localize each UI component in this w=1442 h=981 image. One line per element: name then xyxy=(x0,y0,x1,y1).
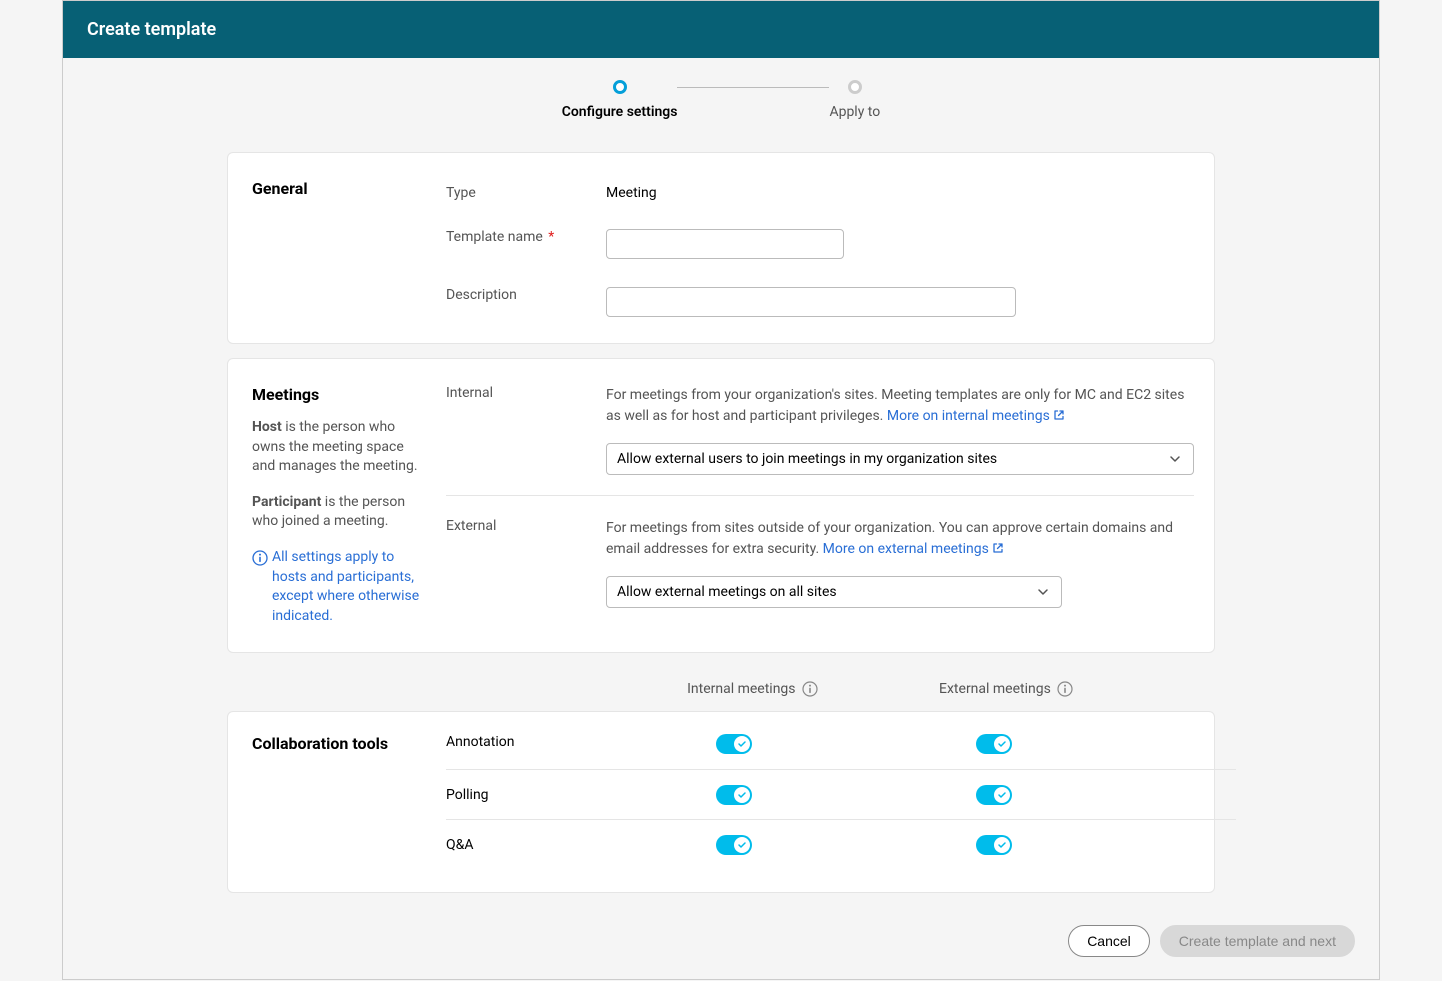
external-select[interactable]: Allow external meetings on all sites xyxy=(606,576,1062,608)
external-link-icon xyxy=(992,542,1004,554)
template-name-label: Template name * xyxy=(446,223,606,245)
external-meetings-column-header: External meetings xyxy=(939,681,1191,697)
external-link-icon xyxy=(1053,409,1065,421)
info-icon[interactable] xyxy=(802,681,818,697)
general-heading: General xyxy=(252,179,422,198)
cancel-button[interactable]: Cancel xyxy=(1068,925,1150,957)
general-card: General Type Meeting Template name * Des… xyxy=(227,152,1215,344)
info-icon[interactable] xyxy=(1057,681,1073,697)
host-description: Host is the person who owns the meeting … xyxy=(252,418,422,477)
internal-description: For meetings from your organization's si… xyxy=(606,385,1194,427)
qa-label: Q&A xyxy=(446,837,648,853)
step-configure-label: Configure settings xyxy=(562,104,678,120)
footer: Cancel Create template and next xyxy=(63,907,1379,979)
stepper-line xyxy=(677,87,829,88)
settings-note: All settings apply to hosts and particip… xyxy=(252,548,422,626)
page-title: Create template xyxy=(63,1,1379,58)
meetings-card: Meetings Host is the person who owns the… xyxy=(227,358,1215,653)
description-label: Description xyxy=(446,281,606,303)
type-value: Meeting xyxy=(606,179,1190,201)
chevron-down-icon xyxy=(1037,586,1049,598)
polling-external-toggle[interactable] xyxy=(976,785,1012,805)
qa-internal-toggle[interactable] xyxy=(716,835,752,855)
polling-internal-toggle[interactable] xyxy=(716,785,752,805)
info-icon xyxy=(252,550,268,566)
more-internal-link[interactable]: More on internal meetings xyxy=(887,408,1065,424)
chevron-down-icon xyxy=(1169,453,1181,465)
meetings-heading: Meetings xyxy=(252,385,422,404)
columns-header: Internal meetings External meetings xyxy=(227,667,1215,711)
collaboration-tools-heading: Collaboration tools xyxy=(252,734,422,753)
template-name-input[interactable] xyxy=(606,229,844,259)
create-template-next-button[interactable]: Create template and next xyxy=(1160,925,1355,957)
type-label: Type xyxy=(446,179,606,201)
step-configure-circle[interactable] xyxy=(613,80,627,94)
annotation-internal-toggle[interactable] xyxy=(716,734,752,754)
external-label: External xyxy=(446,518,606,534)
external-description: For meetings from sites outside of your … xyxy=(606,518,1194,560)
more-external-link[interactable]: More on external meetings xyxy=(823,541,1004,557)
collaboration-tools-card: Collaboration tools Annotation xyxy=(227,711,1215,893)
internal-select[interactable]: Allow external users to join meetings in… xyxy=(606,443,1194,475)
description-input[interactable] xyxy=(606,287,1016,317)
qa-external-toggle[interactable] xyxy=(976,835,1012,855)
participant-description: Participant is the person who joined a m… xyxy=(252,493,422,532)
step-applyto-circle[interactable] xyxy=(848,80,862,94)
internal-meetings-column-header: Internal meetings xyxy=(687,681,939,697)
polling-label: Polling xyxy=(446,787,648,803)
annotation-external-toggle[interactable] xyxy=(976,734,1012,754)
annotation-label: Annotation xyxy=(446,734,648,750)
stepper: Configure settings Apply to xyxy=(63,58,1379,138)
divider xyxy=(446,495,1194,496)
step-applyto-label: Apply to xyxy=(829,104,880,120)
internal-label: Internal xyxy=(446,385,606,401)
